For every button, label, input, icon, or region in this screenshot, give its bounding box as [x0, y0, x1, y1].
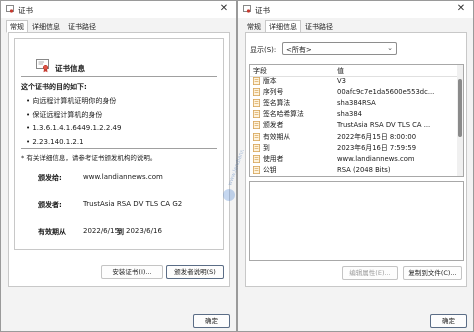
row-field: 公钥 — [263, 165, 277, 174]
show-label: 显示(S): — [250, 46, 277, 54]
validity-to-word: 到 — [117, 228, 124, 236]
row-value: RSA (2048 Bits) — [337, 165, 391, 174]
scrollbar-thumb[interactable] — [458, 79, 462, 137]
show-select[interactable]: <所有> ⌄ — [282, 42, 397, 55]
field-icon — [253, 121, 260, 130]
certificate-info-box: 证书信息 这个证书的目的如下: • 向远程计算机证明你的身份 • 保证远程计算机… — [14, 38, 224, 250]
table-row[interactable]: 使用者 www.landiannews.com — [250, 154, 457, 164]
ok-button[interactable]: 确定 — [193, 314, 230, 328]
details-panel: 显示(S): <所有> ⌄ 字段 值 版本 V3 序列号 00afc9c7e1da56… — [245, 32, 467, 287]
table-row[interactable]: 有效期从 2022年6月15日 8:00:00 — [250, 132, 457, 142]
issuer-statement-button[interactable]: 颁发者说明(S) — [166, 265, 224, 279]
field-icon — [253, 143, 260, 152]
list-scrollbar[interactable] — [457, 65, 463, 176]
column-header-field[interactable]: 字段 — [253, 66, 267, 76]
field-icon — [253, 132, 260, 141]
row-field: 签名哈希算法 — [263, 110, 304, 119]
validity-label: 有效期从 — [38, 228, 66, 236]
row-field: 序列号 — [263, 88, 284, 97]
field-icon — [253, 154, 260, 163]
copy-to-file-button[interactable]: 复制到文件(C)... — [403, 266, 462, 280]
issued-by-label: 颁发者: — [38, 201, 62, 209]
purpose-heading: 这个证书的目的如下: — [21, 83, 87, 91]
close-button[interactable]: ✕ — [216, 2, 232, 16]
field-icon — [253, 77, 260, 85]
certificate-dialog-details: 证书 ✕ 常规 详细信息 证书路径 显示(S): <所有> ⌄ 字段 值 版本 V3 序… — [237, 0, 474, 332]
purpose-item: • 向远程计算机证明你的身份 — [26, 97, 117, 105]
chevron-down-icon: ⌄ — [387, 44, 393, 52]
info-note: * 有关详细信息，请参考证书颁发机构的说明。 — [21, 154, 157, 162]
field-icon — [253, 165, 260, 174]
validity-from: 2022/6/15 — [83, 227, 119, 235]
table-row[interactable]: 到 2023年6月16日 7:59:59 — [250, 143, 457, 153]
field-icon — [253, 99, 260, 108]
watermark: www.landiannews.com — [223, 150, 247, 201]
general-panel: 证书信息 这个证书的目的如下: • 向远程计算机证明你的身份 • 保证远程计算机… — [8, 32, 230, 287]
certificate-icon — [6, 5, 14, 13]
table-row[interactable]: 颁发者 TrustAsia RSA DV TLS CA ... — [250, 120, 457, 130]
ok-button[interactable]: 确定 — [430, 314, 467, 328]
issued-by-value: TrustAsia RSA DV TLS CA G2 — [83, 200, 183, 208]
table-row[interactable]: 版本 V3 — [250, 76, 457, 86]
certificate-icon — [36, 59, 49, 73]
certificate-dialog-general: 证书 ✕ 常规 详细信息 证书路径 证书信息 这个证书的目的如下: • 向远程计算机… — [0, 0, 237, 332]
table-row[interactable]: 序列号 00afc9c7e1da5600e553dc... — [250, 87, 457, 97]
row-value: V3 — [337, 77, 346, 85]
value-detail-box[interactable] — [249, 181, 464, 261]
window-title: 证书 — [255, 6, 270, 15]
issued-to-label: 颁发给: — [38, 174, 62, 182]
row-value: sha384RSA — [337, 99, 376, 108]
fields-list[interactable]: 字段 值 版本 V3 序列号 00afc9c7e1da5600e553dc... 签名算… — [249, 64, 464, 177]
title-bar: 证书 ✕ — [238, 1, 473, 18]
purpose-item: • 2.23.140.1.2.1 — [26, 138, 84, 146]
row-value: www.landiannews.com — [337, 154, 415, 163]
rows-container: 版本 V3 序列号 00afc9c7e1da5600e553dc... 签名算法 sha3… — [250, 76, 457, 176]
cert-info-title: 证书信息 — [55, 64, 85, 73]
close-button[interactable]: ✕ — [453, 2, 469, 16]
row-field: 到 — [263, 143, 270, 152]
validity-to: 2023/6/16 — [126, 227, 162, 235]
row-value: 2023年6月16日 7:59:59 — [337, 143, 417, 152]
row-field: 颁发者 — [263, 121, 284, 130]
show-select-value: <所有> — [286, 46, 312, 54]
table-row[interactable]: 公钥 RSA (2048 Bits) — [250, 165, 457, 175]
edit-properties-button[interactable]: 编辑属性(E)... — [342, 266, 398, 280]
title-divider — [21, 76, 217, 77]
purpose-item: • 1.3.6.1.4.1.6449.1.2.2.49 — [26, 124, 122, 132]
section-divider — [21, 148, 217, 149]
svg-text:www.landiannews.com: www.landiannews.com — [227, 150, 247, 187]
certificate-icon — [243, 5, 251, 13]
row-value: TrustAsia RSA DV TLS CA ... — [337, 121, 431, 130]
issued-to-value: www.landiannews.com — [83, 173, 163, 181]
table-row[interactable]: 签名算法 sha384RSA — [250, 98, 457, 108]
column-header-value[interactable]: 值 — [337, 66, 344, 76]
window-title: 证书 — [18, 6, 33, 15]
row-value: sha384 — [337, 110, 362, 119]
row-value: 2022年6月15日 8:00:00 — [337, 132, 417, 141]
row-field: 签名算法 — [263, 99, 291, 108]
field-icon — [253, 88, 260, 97]
title-bar: 证书 ✕ — [1, 1, 236, 18]
row-field: 使用者 — [263, 154, 284, 163]
install-certificate-button[interactable]: 安装证书(I)... — [101, 265, 163, 279]
row-field: 有效期从 — [263, 132, 291, 141]
row-value: 00afc9c7e1da5600e553dc... — [337, 88, 435, 97]
row-field: 版本 — [263, 77, 277, 85]
table-row[interactable]: 签名哈希算法 sha384 — [250, 109, 457, 119]
field-icon — [253, 110, 260, 119]
purpose-item: • 保证远程计算机的身份 — [26, 111, 103, 119]
